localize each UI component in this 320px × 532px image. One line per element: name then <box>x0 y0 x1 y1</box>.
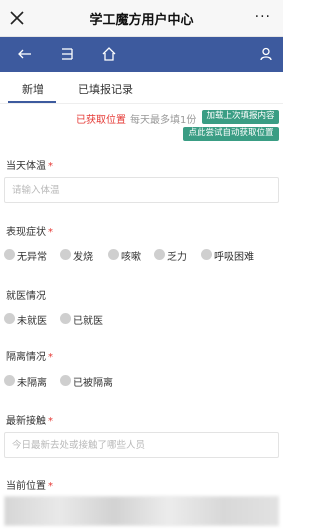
home-icon[interactable] <box>101 46 117 62</box>
radio-circle-icon <box>60 313 71 324</box>
symptoms-label: 表现症状 * <box>6 227 53 238</box>
radio-circle-icon <box>154 249 165 260</box>
load-last-report-button[interactable]: 加载上次填报内容 <box>202 110 279 124</box>
auto-locate-button[interactable]: 点此尝试自动获取位置 <box>183 127 279 141</box>
current-position-field[interactable] <box>4 496 279 526</box>
temperature-label: 当天体温 * <box>6 161 53 172</box>
radio-circle-icon <box>4 249 15 260</box>
contact-label: 最新接触 * <box>6 416 53 427</box>
user-icon[interactable] <box>258 46 274 62</box>
radio-circle-icon <box>108 249 119 260</box>
tab-records[interactable]: 已填报记录 <box>78 81 133 97</box>
menu-icon[interactable] <box>59 46 75 62</box>
position-label: 当前位置 * <box>6 481 53 492</box>
temperature-field[interactable] <box>4 177 279 203</box>
required-mark: * <box>48 352 53 363</box>
location-status: 已获取位置 <box>76 115 126 126</box>
active-tab-indicator <box>8 101 56 103</box>
tab-new[interactable]: 新增 <box>22 81 44 97</box>
radio-circle-icon <box>4 375 15 386</box>
radio-circle-icon <box>60 249 71 260</box>
required-mark: * <box>48 161 53 172</box>
contact-input[interactable] <box>5 433 278 457</box>
required-mark: * <box>48 416 53 427</box>
medical-label: 就医情况 <box>6 291 46 302</box>
more-menu-icon[interactable]: ··· <box>255 10 271 24</box>
radio-circle-icon <box>4 313 15 324</box>
required-mark: * <box>48 481 53 492</box>
radio-circle-icon <box>60 375 71 386</box>
daily-limit-note: 每天最多填1份 <box>130 115 197 126</box>
window-header: 学工魔方用户中心 ··· <box>0 0 283 37</box>
tab-bar: 新增 已填报记录 <box>0 72 283 104</box>
nav-bar <box>0 37 283 72</box>
arrow-left-icon[interactable] <box>17 46 33 62</box>
required-mark: * <box>48 227 53 238</box>
isolation-label: 隔离情况 * <box>6 352 53 363</box>
page-title: 学工魔方用户中心 <box>89 13 194 28</box>
temperature-input[interactable] <box>5 178 278 202</box>
radio-circle-icon <box>201 249 212 260</box>
contact-field[interactable] <box>4 432 279 458</box>
